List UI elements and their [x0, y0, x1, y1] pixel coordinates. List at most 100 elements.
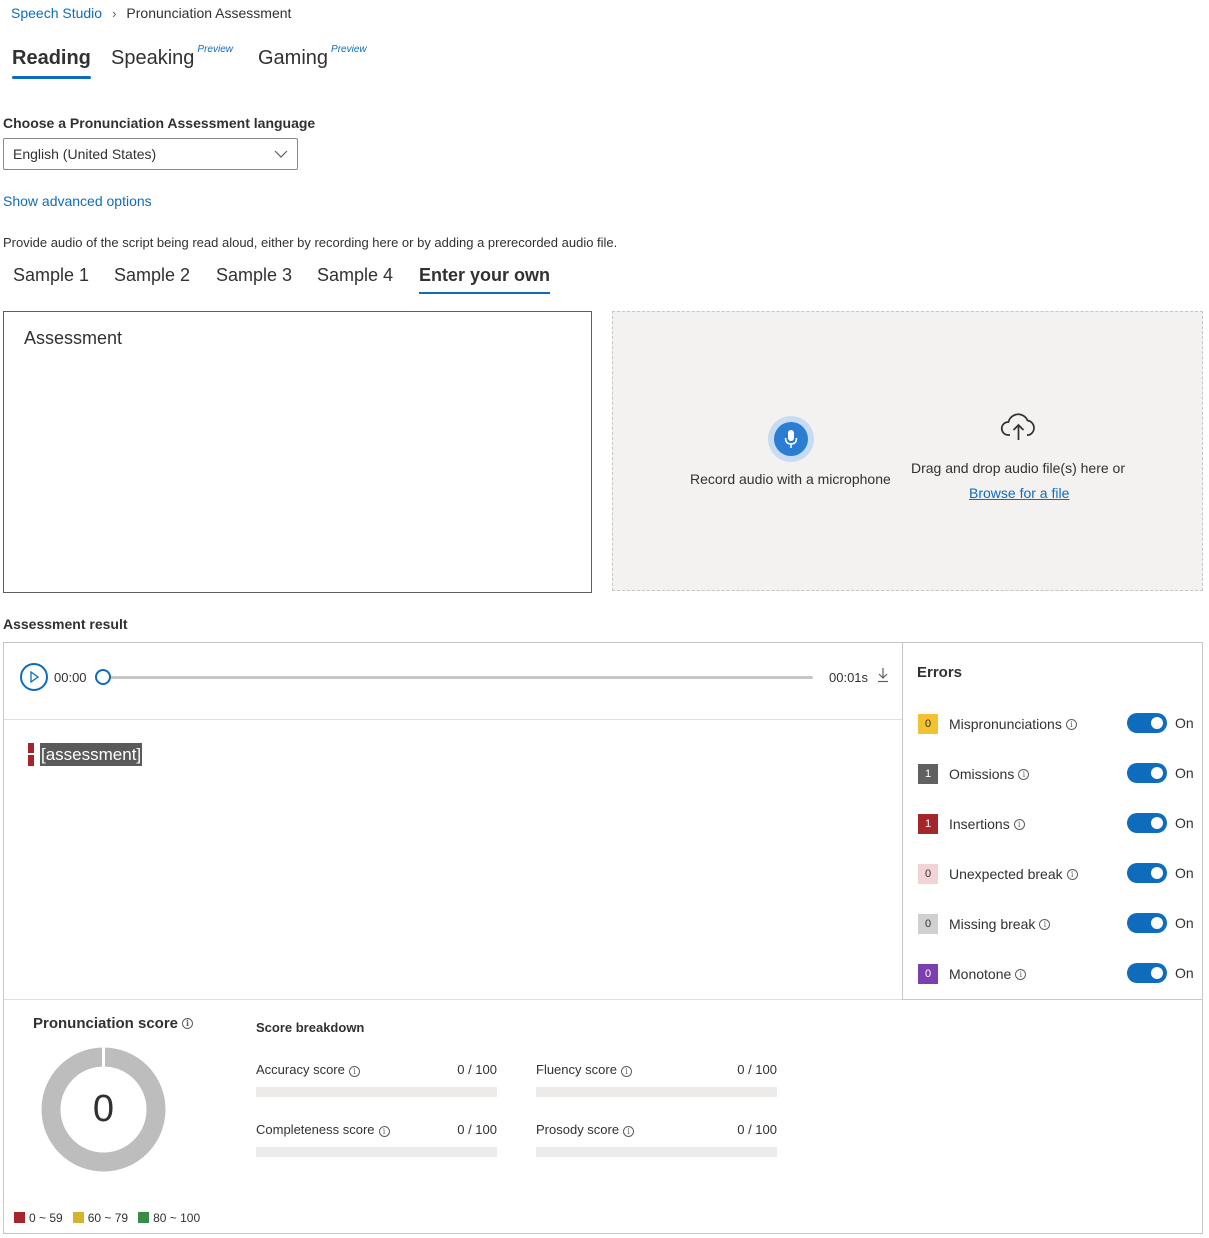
score-label-text: Prosody score [536, 1122, 620, 1137]
error-row-insertions: 1 Insertions i On [918, 813, 1198, 835]
tab-sample-1[interactable]: Sample 1 [13, 265, 89, 286]
info-icon[interactable]: i [348, 1066, 360, 1077]
record-microphone-button[interactable] [768, 416, 814, 462]
play-button[interactable] [20, 663, 48, 691]
info-icon[interactable]: i [1039, 918, 1051, 930]
error-label-text: Monotone [949, 966, 1012, 982]
tab-speaking[interactable]: Speaking Preview [111, 44, 233, 70]
cloud-upload-icon [1000, 413, 1035, 440]
score-label: Fluency score i [536, 1062, 632, 1077]
info-icon[interactable]: i [182, 1018, 194, 1029]
error-count-badge: 1 [918, 814, 938, 834]
error-row-unexpected-break: 0 Unexpected break i On [918, 863, 1198, 885]
score-label: Completeness score i [256, 1122, 390, 1137]
record-audio-label: Record audio with a microphone [690, 471, 891, 487]
error-row-omissions: 1 Omissions i On [918, 763, 1198, 785]
error-label-text: Mispronunciations [949, 716, 1062, 732]
assessment-result-label: Assessment result [3, 616, 128, 632]
divider [4, 719, 902, 720]
script-textarea[interactable]: Assessment [3, 311, 592, 593]
error-count-badge: 1 [918, 764, 938, 784]
error-row-monotone: 0 Monotone i On [918, 963, 1198, 985]
insertion-marker [28, 743, 34, 766]
score-label-text: Accuracy score [256, 1062, 345, 1077]
chevron-down-icon [274, 150, 288, 158]
toggle-insertions[interactable] [1127, 813, 1167, 833]
legend-item-high: 80 ~ 100 [138, 1211, 200, 1225]
error-count-badge: 0 [918, 864, 938, 884]
tab-gaming-label: Gaming [258, 47, 329, 69]
score-legend: 0 ~ 59 60 ~ 79 80 ~ 100 [14, 1211, 200, 1225]
score-value: 0 / 100 [457, 1122, 497, 1137]
pronunciation-score-label: Pronunciation score [33, 1015, 179, 1032]
toggle-state: On [1175, 765, 1194, 781]
score-label-text: Completeness score [256, 1122, 375, 1137]
preview-badge: Preview [331, 44, 367, 56]
divider [4, 999, 902, 1000]
legend-swatch [14, 1212, 25, 1223]
score-progress-bar [536, 1147, 777, 1157]
error-row-mispronunciations: 0 Mispronunciations i On [918, 713, 1198, 735]
toggle-monotone[interactable] [1127, 963, 1167, 983]
toggle-state: On [1175, 865, 1194, 881]
breadcrumb-current: Pronunciation Assessment [126, 5, 292, 21]
tab-gaming[interactable]: Gaming Preview [258, 44, 367, 70]
info-icon[interactable]: i [1013, 818, 1025, 830]
toggle-mispronunciations[interactable] [1127, 713, 1167, 733]
info-icon[interactable]: i [1015, 968, 1027, 980]
preview-badge: Preview [197, 44, 233, 56]
tab-reading[interactable]: Reading [12, 47, 91, 79]
score-value: 0 / 100 [457, 1062, 497, 1077]
accuracy-score: Accuracy score i 0 / 100 [256, 1062, 497, 1097]
toggle-missing-break[interactable] [1127, 913, 1167, 933]
audio-drop-zone[interactable]: Record audio with a microphone Drag and … [612, 311, 1203, 591]
info-icon[interactable]: i [623, 1126, 635, 1137]
score-progress-bar [256, 1087, 497, 1097]
error-count-badge: 0 [918, 714, 938, 734]
info-icon[interactable]: i [1018, 768, 1030, 780]
error-count-badge: 0 [918, 964, 938, 984]
tab-sample-2[interactable]: Sample 2 [114, 265, 190, 286]
toggle-state: On [1175, 965, 1194, 981]
language-selected-value: English (United States) [13, 146, 157, 162]
score-label-text: Fluency score [536, 1062, 617, 1077]
show-advanced-options-link[interactable]: Show advanced options [3, 193, 152, 209]
pronunciation-score-value: 0 [93, 1088, 114, 1130]
legend-swatch [72, 1212, 84, 1223]
tab-sample-3[interactable]: Sample 3 [216, 265, 292, 286]
language-dropdown[interactable]: English (United States) [3, 138, 298, 170]
info-icon[interactable]: i [1065, 718, 1077, 730]
prosody-score: Prosody score i 0 / 100 [536, 1122, 777, 1157]
breadcrumb-speech-studio[interactable]: Speech Studio [11, 5, 102, 21]
tab-reading-label: Reading [12, 47, 91, 69]
assessed-word[interactable]: [assessment] [40, 743, 143, 766]
tab-sample-4[interactable]: Sample 4 [317, 265, 393, 286]
script-text: Assessment [24, 328, 123, 348]
chevron-right-icon: › [112, 5, 117, 21]
score-label: Prosody score i [536, 1122, 635, 1137]
legend-swatch [138, 1212, 150, 1223]
toggle-unexpected-break[interactable] [1127, 863, 1167, 883]
current-time: 00:00 [54, 670, 87, 685]
info-icon[interactable]: i [378, 1126, 390, 1137]
info-icon[interactable]: i [1066, 868, 1078, 880]
error-label-text: Unexpected break [949, 866, 1063, 882]
browse-file-link[interactable]: Browse for a file [969, 485, 1069, 501]
errors-title: Errors [917, 664, 963, 681]
tab-speaking-label: Speaking [111, 47, 195, 69]
toggle-state: On [1175, 815, 1194, 831]
legend-range: 80 ~ 100 [153, 1211, 201, 1225]
error-row-missing-break: 0 Missing break i On [918, 913, 1198, 935]
tab-enter-your-own[interactable]: Enter your own [419, 265, 551, 294]
language-label: Choose a Pronunciation Assessment langua… [3, 115, 316, 131]
info-icon[interactable]: i [620, 1066, 632, 1077]
toggle-state: On [1175, 915, 1194, 931]
toggle-omissions[interactable] [1127, 763, 1167, 783]
download-icon[interactable] [877, 667, 889, 688]
legend-item-low: 0 ~ 59 [14, 1211, 63, 1225]
pronunciation-score-donut: 0 [41, 1047, 166, 1172]
score-progress-bar [536, 1087, 777, 1097]
score-label: Accuracy score i [256, 1062, 360, 1077]
playback-slider-thumb[interactable] [95, 669, 111, 685]
playback-slider-track[interactable] [103, 676, 813, 679]
